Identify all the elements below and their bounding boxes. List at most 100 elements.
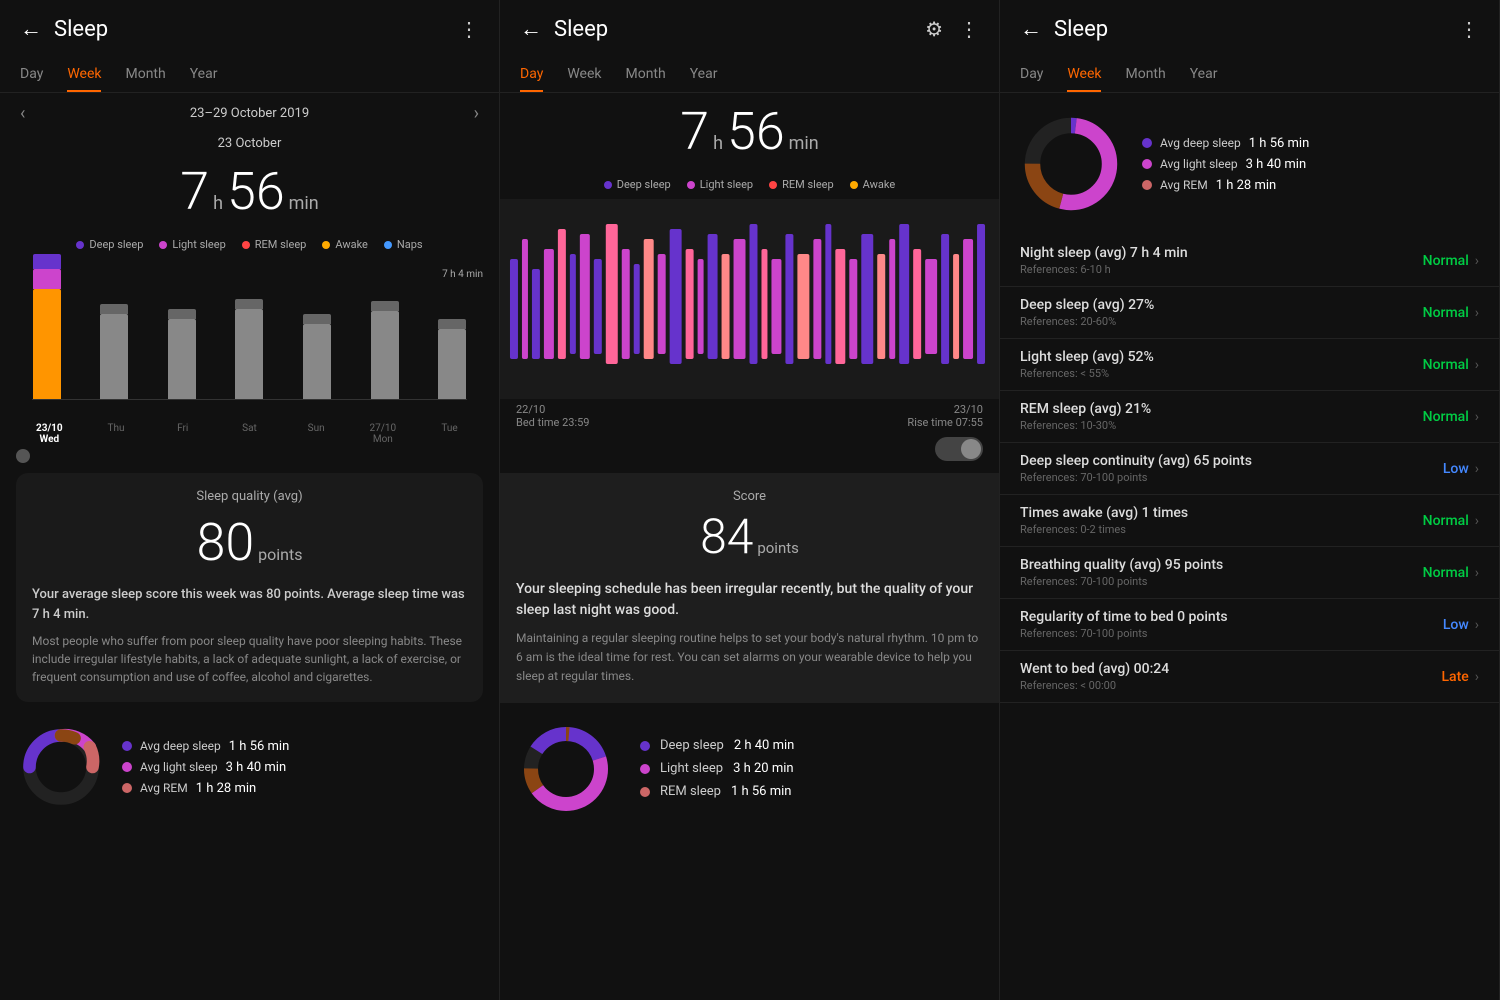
tab-day-p2[interactable]: Day <box>520 58 543 92</box>
bar-seg-m-5 <box>371 311 399 399</box>
stat-row-3[interactable]: REM sleep (avg) 21% References: 10-30% N… <box>1000 391 1499 443</box>
menu-button-p2[interactable]: ⋮ <box>959 17 979 41</box>
bar-col-4[interactable] <box>303 314 331 399</box>
bar-col-6[interactable] <box>438 319 466 399</box>
score-card-p1: Sleep quality (avg) 80 points Your avera… <box>16 473 483 702</box>
dot-naps-p1 <box>384 241 392 249</box>
stat-status-8: Late <box>1442 669 1469 685</box>
dot-r-p3 <box>1142 180 1152 190</box>
toggle-row-p2 <box>500 433 999 465</box>
prev-arrow-p1[interactable]: ‹ <box>20 103 25 124</box>
stat-ref-1: References: 20-60% <box>1020 315 1423 328</box>
legend-p1: Deep sleep Light sleep REM sleep Awake N… <box>0 234 499 259</box>
bar-seg-m-3 <box>235 309 263 399</box>
menu-button-p1[interactable]: ⋮ <box>459 17 479 41</box>
back-button-p2[interactable]: ← <box>520 16 542 42</box>
tab-day-p3[interactable]: Day <box>1020 58 1043 92</box>
tab-day-p1[interactable]: Day <box>20 58 43 92</box>
menu-button-p3[interactable]: ⋮ <box>1459 17 1479 41</box>
tab-year-p3[interactable]: Year <box>1190 58 1218 92</box>
stat-row-5[interactable]: Times awake (avg) 1 times References: 0-… <box>1000 495 1499 547</box>
tab-week-p3[interactable]: Week <box>1067 58 1101 92</box>
xlabel-5: 27/10Mon <box>367 423 399 445</box>
stat-row-7[interactable]: Regularity of time to bed 0 points Refer… <box>1000 599 1499 651</box>
xlabel-1: Thu <box>100 423 132 445</box>
bar-col-3[interactable] <box>235 299 263 399</box>
chart-bedtime: Bed time 23:59 <box>516 416 590 429</box>
dot-d-p2 <box>640 741 650 751</box>
dot-light-p2 <box>687 181 695 189</box>
back-button-p3[interactable]: ← <box>1020 16 1042 42</box>
stat-left-0: Night sleep (avg) 7 h 4 min References: … <box>1020 245 1423 276</box>
donut-p1 <box>16 722 106 812</box>
stat-right-6: Normal › <box>1423 565 1479 581</box>
next-arrow-p1[interactable]: › <box>474 103 479 124</box>
chevron-5: › <box>1475 513 1479 529</box>
header-left-p2: ← Sleep <box>520 16 608 42</box>
chart-risetime: Rise time 07:55 <box>907 416 983 429</box>
tab-week-p1[interactable]: Week <box>67 58 101 92</box>
tab-month-p2[interactable]: Month <box>625 58 665 92</box>
stat-row-0[interactable]: Night sleep (avg) 7 h 4 min References: … <box>1000 235 1499 287</box>
header-left-p3: ← Sleep <box>1020 16 1108 42</box>
chevron-4: › <box>1475 461 1479 477</box>
tab-month-p3[interactable]: Month <box>1125 58 1165 92</box>
dot-rem-p1 <box>242 241 250 249</box>
back-button-p1[interactable]: ← <box>20 16 42 42</box>
stat-left-5: Times awake (avg) 1 times References: 0-… <box>1020 505 1423 536</box>
legend-light-p2: Light sleep <box>687 178 753 191</box>
legend-naps-p1: Naps <box>384 238 423 251</box>
bar-stack-4 <box>303 314 331 399</box>
score-desc-p2: Your sleeping schedule has been irregula… <box>516 579 983 621</box>
bar-col-2[interactable] <box>168 309 196 399</box>
bar-seg-t-1 <box>100 304 128 314</box>
tab-week-p2[interactable]: Week <box>567 58 601 92</box>
legend-rem-p2: REM sleep <box>769 178 834 191</box>
score-sub-p1: Most people who suffer from poor sleep q… <box>32 632 467 686</box>
bar-col-0[interactable] <box>33 254 61 399</box>
donut-legend-p2: Deep sleep 2 h 40 min Light sleep 3 h 20… <box>640 738 794 799</box>
header-left-p1: ← Sleep <box>20 16 108 42</box>
stat-row-1[interactable]: Deep sleep (avg) 27% References: 20-60% … <box>1000 287 1499 339</box>
val-deep-p3: 1 h 56 min <box>1249 136 1310 151</box>
header-p2: ← Sleep ⚙ ⋮ <box>500 0 999 58</box>
edit-button-p2[interactable]: ⚙ <box>925 17 943 41</box>
header-icons-p3: ⋮ <box>1459 17 1479 41</box>
donut-p2 <box>516 719 616 819</box>
dot-awake-p2 <box>850 181 858 189</box>
tab-year-p1[interactable]: Year <box>190 58 218 92</box>
toggle-btn-p2[interactable] <box>935 437 983 461</box>
score-sub-p2: Maintaining a regular sleeping routine h… <box>516 629 983 687</box>
stat-row-4[interactable]: Deep sleep continuity (avg) 65 points Re… <box>1000 443 1499 495</box>
bar-col-5[interactable] <box>371 301 399 399</box>
hours-p1: 7 <box>180 161 209 222</box>
sleep-chart-p2 <box>500 199 999 399</box>
bar-seg-m-4 <box>303 324 331 399</box>
panel-day: ← Sleep ⚙ ⋮ Day Week Month Year 7 h 56 m… <box>500 0 1000 1000</box>
xlabel-4: Sun <box>300 423 332 445</box>
chevron-6: › <box>1475 565 1479 581</box>
stat-status-1: Normal <box>1423 305 1469 321</box>
stat-row-2[interactable]: Light sleep (avg) 52% References: < 55% … <box>1000 339 1499 391</box>
chart-left-p2: 22/10 Bed time 23:59 <box>516 403 590 429</box>
dot-deep-p2 <box>604 181 612 189</box>
bar-col-1[interactable] <box>100 304 128 399</box>
x-labels-p1: 23/10Wed Thu Fri Sat Sun 27/10Mon Tue <box>0 421 499 445</box>
selected-indicator-p1 <box>16 449 30 463</box>
stat-right-0: Normal › <box>1423 253 1479 269</box>
dot-ll-p1 <box>122 762 132 772</box>
tab-year-p2[interactable]: Year <box>690 58 718 92</box>
sleep-svg-p2 <box>500 199 999 399</box>
stat-row-6[interactable]: Breathing quality (avg) 95 points Refere… <box>1000 547 1499 599</box>
tab-month-p1[interactable]: Month <box>125 58 165 92</box>
stat-ref-4: References: 70-100 points <box>1020 471 1443 484</box>
legend-rem-p3: Avg REM 1 h 28 min <box>1142 178 1309 193</box>
legend-deep-p2: Deep sleep <box>604 178 671 191</box>
stat-row-8[interactable]: Went to bed (avg) 00:24 References: < 00… <box>1000 651 1499 703</box>
dot-light-p1 <box>159 241 167 249</box>
score-desc-p1: Your average sleep score this week was 8… <box>32 585 467 624</box>
stat-name-8: Went to bed (avg) 00:24 <box>1020 661 1442 677</box>
score-num-p2: 84 <box>700 508 753 565</box>
stat-name-4: Deep sleep continuity (avg) 65 points <box>1020 453 1443 469</box>
tabs-p3: Day Week Month Year <box>1000 58 1499 93</box>
